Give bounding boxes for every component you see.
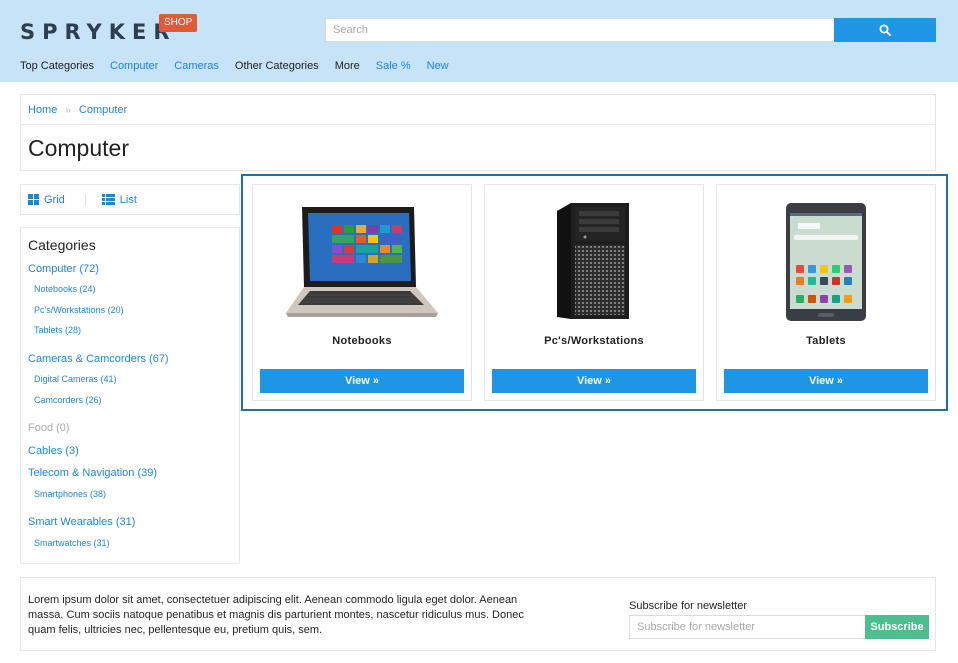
category-cables[interactable]: Cables (3) (28, 445, 79, 457)
logo[interactable]: SPRYKER (20, 20, 177, 44)
nav-other-categories[interactable]: Other Categories (235, 60, 319, 72)
product-name: Notebooks (332, 335, 392, 347)
main-nav: Top Categories Computer Cameras Other Ca… (20, 60, 465, 72)
newsletter-label: Subscribe for newsletter (629, 600, 747, 612)
product-card-pcs-workstations[interactable]: Pc's/Workstations View » (484, 184, 704, 401)
grid-icon (28, 194, 39, 205)
category-notebooks[interactable]: Notebooks (24) (34, 284, 96, 294)
list-label: List (119, 193, 137, 206)
category-food[interactable]: Food (0) (28, 422, 70, 434)
categories-heading: Categories (28, 237, 96, 253)
category-smartphones[interactable]: Smartphones (38) (34, 489, 106, 499)
category-camcorders[interactable]: Camcorders (26) (34, 395, 102, 405)
list-icon (101, 194, 115, 205)
logo-badge: SHOP (159, 14, 198, 32)
tablet-image (717, 197, 935, 327)
search-input[interactable] (325, 18, 835, 42)
breadcrumb: Home » Computer (28, 104, 127, 116)
category-tablets[interactable]: Tablets (28) (34, 325, 81, 335)
category-pcs-workstations[interactable]: Pc's/Workstations (20) (34, 305, 124, 315)
view-button[interactable]: View » (492, 369, 696, 393)
view-toggle: Grid List (20, 184, 240, 215)
subscribe-button[interactable]: Subscribe (865, 615, 929, 639)
page-title: Computer (28, 135, 129, 161)
breadcrumb-home[interactable]: Home (28, 104, 57, 116)
list-view-button[interactable]: List (101, 193, 137, 206)
footer: Lorem ipsum dolor sit amet, consectetuer… (20, 577, 936, 651)
product-name: Pc's/Workstations (544, 335, 644, 347)
category-telecom-navigation[interactable]: Telecom & Navigation (39) (28, 467, 157, 479)
category-digital-cameras[interactable]: Digital Cameras (41) (34, 374, 117, 384)
grid-label: Grid (44, 193, 65, 206)
divider (84, 193, 86, 206)
view-button[interactable]: View » (724, 369, 928, 393)
nav-sale[interactable]: Sale % (376, 60, 411, 72)
category-cameras-camcorders[interactable]: Cameras & Camcorders (67) (28, 353, 169, 365)
view-button[interactable]: View » (260, 369, 464, 393)
breadcrumb-separator: » (65, 104, 71, 116)
product-name: Tablets (806, 335, 846, 347)
logo-text: SPRYKER (20, 20, 177, 44)
divider (21, 124, 935, 125)
nav-more[interactable]: More (335, 60, 360, 72)
newsletter-email-input[interactable] (629, 615, 866, 639)
nav-top-categories[interactable]: Top Categories (20, 60, 94, 72)
product-card-notebooks[interactable]: Notebooks View » (252, 184, 472, 401)
categories-sidebar: Categories Computer (72) Notebooks (24) … (20, 227, 240, 564)
category-computer[interactable]: Computer (72) (28, 263, 99, 275)
pc-tower-image (485, 197, 703, 327)
category-smart-wearables[interactable]: Smart Wearables (31) (28, 516, 135, 528)
search-icon (879, 24, 891, 36)
category-smartwatches[interactable]: Smartwatches (31) (34, 538, 110, 548)
grid-view-button[interactable]: Grid (28, 194, 65, 206)
laptop-image (253, 197, 471, 327)
breadcrumb-computer[interactable]: Computer (79, 104, 127, 116)
product-grid: Notebooks View » Pc's/Workstations View … (241, 174, 948, 411)
nav-new[interactable]: New (427, 60, 449, 72)
search-button[interactable] (834, 18, 936, 42)
nav-computer[interactable]: Computer (110, 60, 158, 72)
site-header: SPRYKER SHOP Top Categories Computer Cam… (0, 0, 958, 82)
footer-text: Lorem ipsum dolor sit amet, consectetuer… (28, 594, 524, 636)
product-card-tablets[interactable]: Tablets View » (716, 184, 936, 401)
nav-cameras[interactable]: Cameras (174, 60, 219, 72)
title-box: Home » Computer Computer (20, 94, 936, 171)
